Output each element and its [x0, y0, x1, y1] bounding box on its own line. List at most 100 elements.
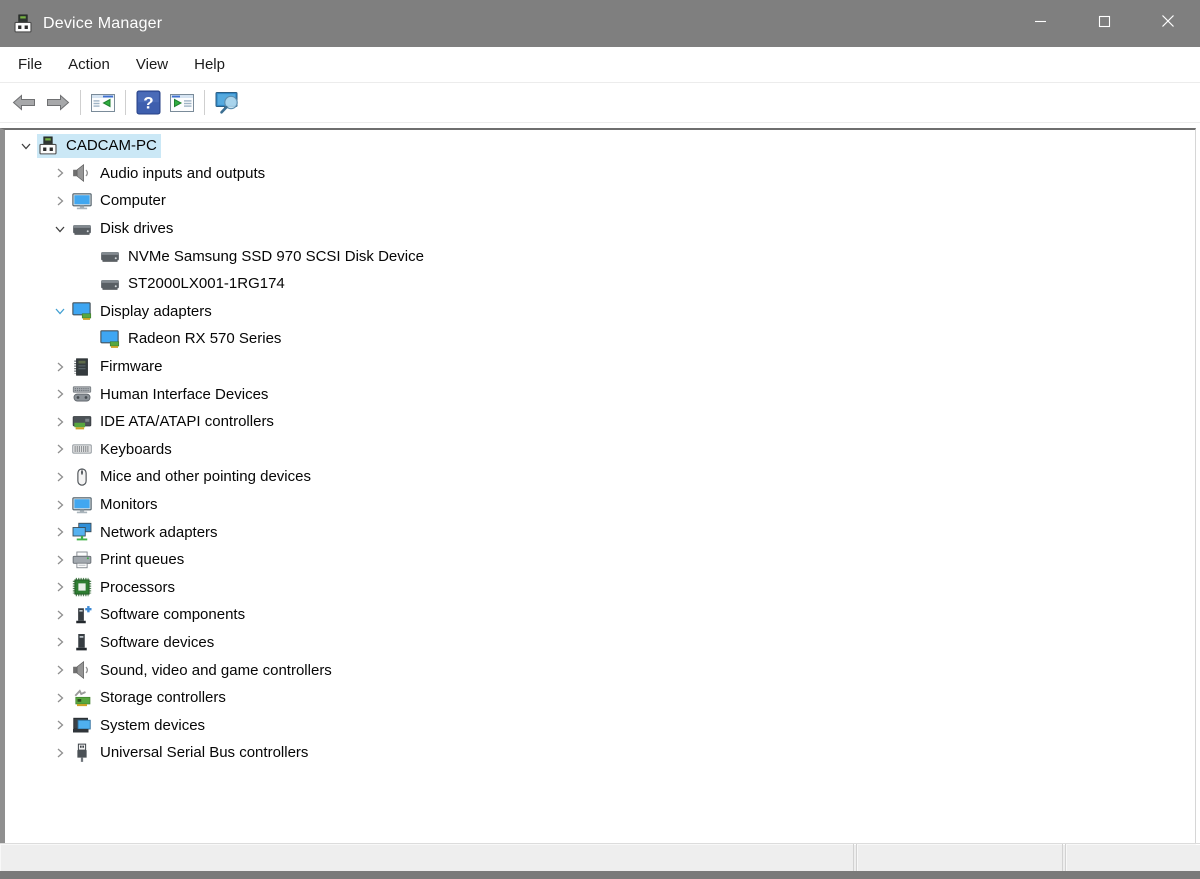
tree-item[interactable]: Radeon RX 570 Series: [99, 327, 285, 351]
tree-item[interactable]: Software components: [71, 603, 249, 627]
tree-row[interactable]: Keyboards: [5, 436, 1195, 464]
tree-row[interactable]: Mice and other pointing devices: [5, 463, 1195, 491]
tree-row[interactable]: NVMe Samsung SSD 970 SCSI Disk Device: [5, 242, 1195, 270]
chevron-collapsed-icon[interactable]: [49, 494, 71, 516]
back-button[interactable]: [7, 87, 41, 119]
tree-row[interactable]: Universal Serial Bus controllers: [5, 739, 1195, 767]
chevron-collapsed-icon[interactable]: [49, 438, 71, 460]
tree-item-label: Network adapters: [100, 524, 218, 541]
tree-item[interactable]: Universal Serial Bus controllers: [71, 741, 312, 765]
tree-row[interactable]: Human Interface Devices: [5, 380, 1195, 408]
help-icon: ?: [136, 90, 161, 115]
tree-row[interactable]: Sound, video and game controllers: [5, 656, 1195, 684]
toolbar: ?: [0, 83, 1200, 123]
toolbar-separator: [125, 90, 126, 115]
tree-item[interactable]: Audio inputs and outputs: [71, 161, 269, 185]
tree-item[interactable]: Print queues: [71, 548, 188, 572]
show-console-tree-button[interactable]: [86, 87, 120, 119]
tree-item[interactable]: Storage controllers: [71, 686, 230, 710]
disk-drive-icon: [100, 246, 120, 266]
chevron-collapsed-icon[interactable]: [49, 356, 71, 378]
show-action-pane-button[interactable]: [165, 87, 199, 119]
tree-item[interactable]: Processors: [71, 575, 179, 599]
chevron-collapsed-icon[interactable]: [49, 576, 71, 598]
minimize-button[interactable]: [1008, 0, 1072, 47]
tree-row[interactable]: Storage controllers: [5, 684, 1195, 712]
tree-item[interactable]: Computer: [71, 189, 170, 213]
software-component-icon: [72, 605, 92, 625]
tree-item-label: Human Interface Devices: [100, 386, 268, 403]
tree-item[interactable]: Software devices: [71, 630, 218, 654]
tree-row[interactable]: Software devices: [5, 629, 1195, 657]
status-cell: [0, 844, 854, 871]
storage-controller-icon: [72, 688, 92, 708]
chevron-collapsed-icon[interactable]: [49, 714, 71, 736]
chevron-collapsed-icon[interactable]: [49, 383, 71, 405]
chevron-collapsed-icon[interactable]: [49, 466, 71, 488]
ide-controller-icon: [72, 412, 92, 432]
tree-item-label: Radeon RX 570 Series: [128, 330, 281, 347]
tree-row[interactable]: ST2000LX001-1RG174: [5, 270, 1195, 298]
maximize-button[interactable]: [1072, 0, 1136, 47]
tree-row[interactable]: Software components: [5, 601, 1195, 629]
tree-row[interactable]: Print queues: [5, 546, 1195, 574]
tree-row[interactable]: Network adapters: [5, 518, 1195, 546]
usb-icon: [72, 743, 92, 763]
chevron-collapsed-icon[interactable]: [49, 411, 71, 433]
chevron-collapsed-icon[interactable]: [49, 631, 71, 653]
svg-text:?: ?: [143, 94, 153, 113]
tree-row[interactable]: CADCAM-PC: [5, 132, 1195, 160]
tree-row[interactable]: Monitors: [5, 491, 1195, 519]
tree-item[interactable]: IDE ATA/ATAPI controllers: [71, 410, 278, 434]
chevron-expanded-hover-icon[interactable]: [49, 300, 71, 322]
chevron-collapsed-icon[interactable]: [49, 687, 71, 709]
selected-tree-item[interactable]: CADCAM-PC: [37, 134, 161, 158]
tree-item[interactable]: Mice and other pointing devices: [71, 465, 315, 489]
tree-row[interactable]: Audio inputs and outputs: [5, 160, 1195, 188]
tree-row[interactable]: IDE ATA/ATAPI controllers: [5, 408, 1195, 436]
tree-row[interactable]: Display adapters: [5, 298, 1195, 326]
tree-item-label: CADCAM-PC: [66, 137, 157, 154]
menu-item-file[interactable]: File: [5, 49, 55, 80]
tree-item[interactable]: ST2000LX001-1RG174: [99, 272, 289, 296]
chevron-collapsed-icon[interactable]: [49, 604, 71, 626]
tree-item[interactable]: Display adapters: [71, 299, 216, 323]
speaker-icon: [72, 660, 92, 680]
tree-item[interactable]: NVMe Samsung SSD 970 SCSI Disk Device: [99, 244, 428, 268]
tree-item[interactable]: Human Interface Devices: [71, 382, 272, 406]
toolbar-separator: [80, 90, 81, 115]
tree-row[interactable]: Processors: [5, 574, 1195, 602]
chevron-collapsed-icon[interactable]: [49, 549, 71, 571]
tree-item[interactable]: Disk drives: [71, 217, 177, 241]
menu-item-help[interactable]: Help: [181, 49, 238, 80]
forward-button[interactable]: [41, 87, 75, 119]
monitor-icon: [72, 191, 92, 211]
expander-spacer: [77, 245, 99, 267]
tree-item[interactable]: Monitors: [71, 493, 162, 517]
tree-item[interactable]: Firmware: [71, 355, 167, 379]
tree-item[interactable]: Sound, video and game controllers: [71, 658, 336, 682]
chevron-expanded-icon[interactable]: [49, 218, 71, 240]
tree-item[interactable]: Keyboards: [71, 437, 176, 461]
status-bar: [0, 843, 1200, 871]
tree-row[interactable]: Computer: [5, 187, 1195, 215]
scan-hardware-changes-button[interactable]: [210, 87, 244, 119]
show-action-pane-icon: [169, 91, 195, 115]
menu-item-view[interactable]: View: [123, 49, 181, 80]
tree-row[interactable]: Disk drives: [5, 215, 1195, 243]
tree-item[interactable]: System devices: [71, 713, 209, 737]
help-button[interactable]: ?: [131, 87, 165, 119]
menu-item-action[interactable]: Action: [55, 49, 123, 80]
chevron-collapsed-icon[interactable]: [49, 162, 71, 184]
tree-row[interactable]: Radeon RX 570 Series: [5, 325, 1195, 353]
chevron-collapsed-icon[interactable]: [49, 521, 71, 543]
chevron-collapsed-icon[interactable]: [49, 742, 71, 764]
close-button[interactable]: [1136, 0, 1200, 47]
titlebar: Device Manager: [0, 0, 1200, 47]
chevron-expanded-icon[interactable]: [15, 135, 37, 157]
tree-row[interactable]: Firmware: [5, 353, 1195, 381]
chevron-collapsed-icon[interactable]: [49, 190, 71, 212]
tree-row[interactable]: System devices: [5, 711, 1195, 739]
chevron-collapsed-icon[interactable]: [49, 659, 71, 681]
tree-item[interactable]: Network adapters: [71, 520, 222, 544]
